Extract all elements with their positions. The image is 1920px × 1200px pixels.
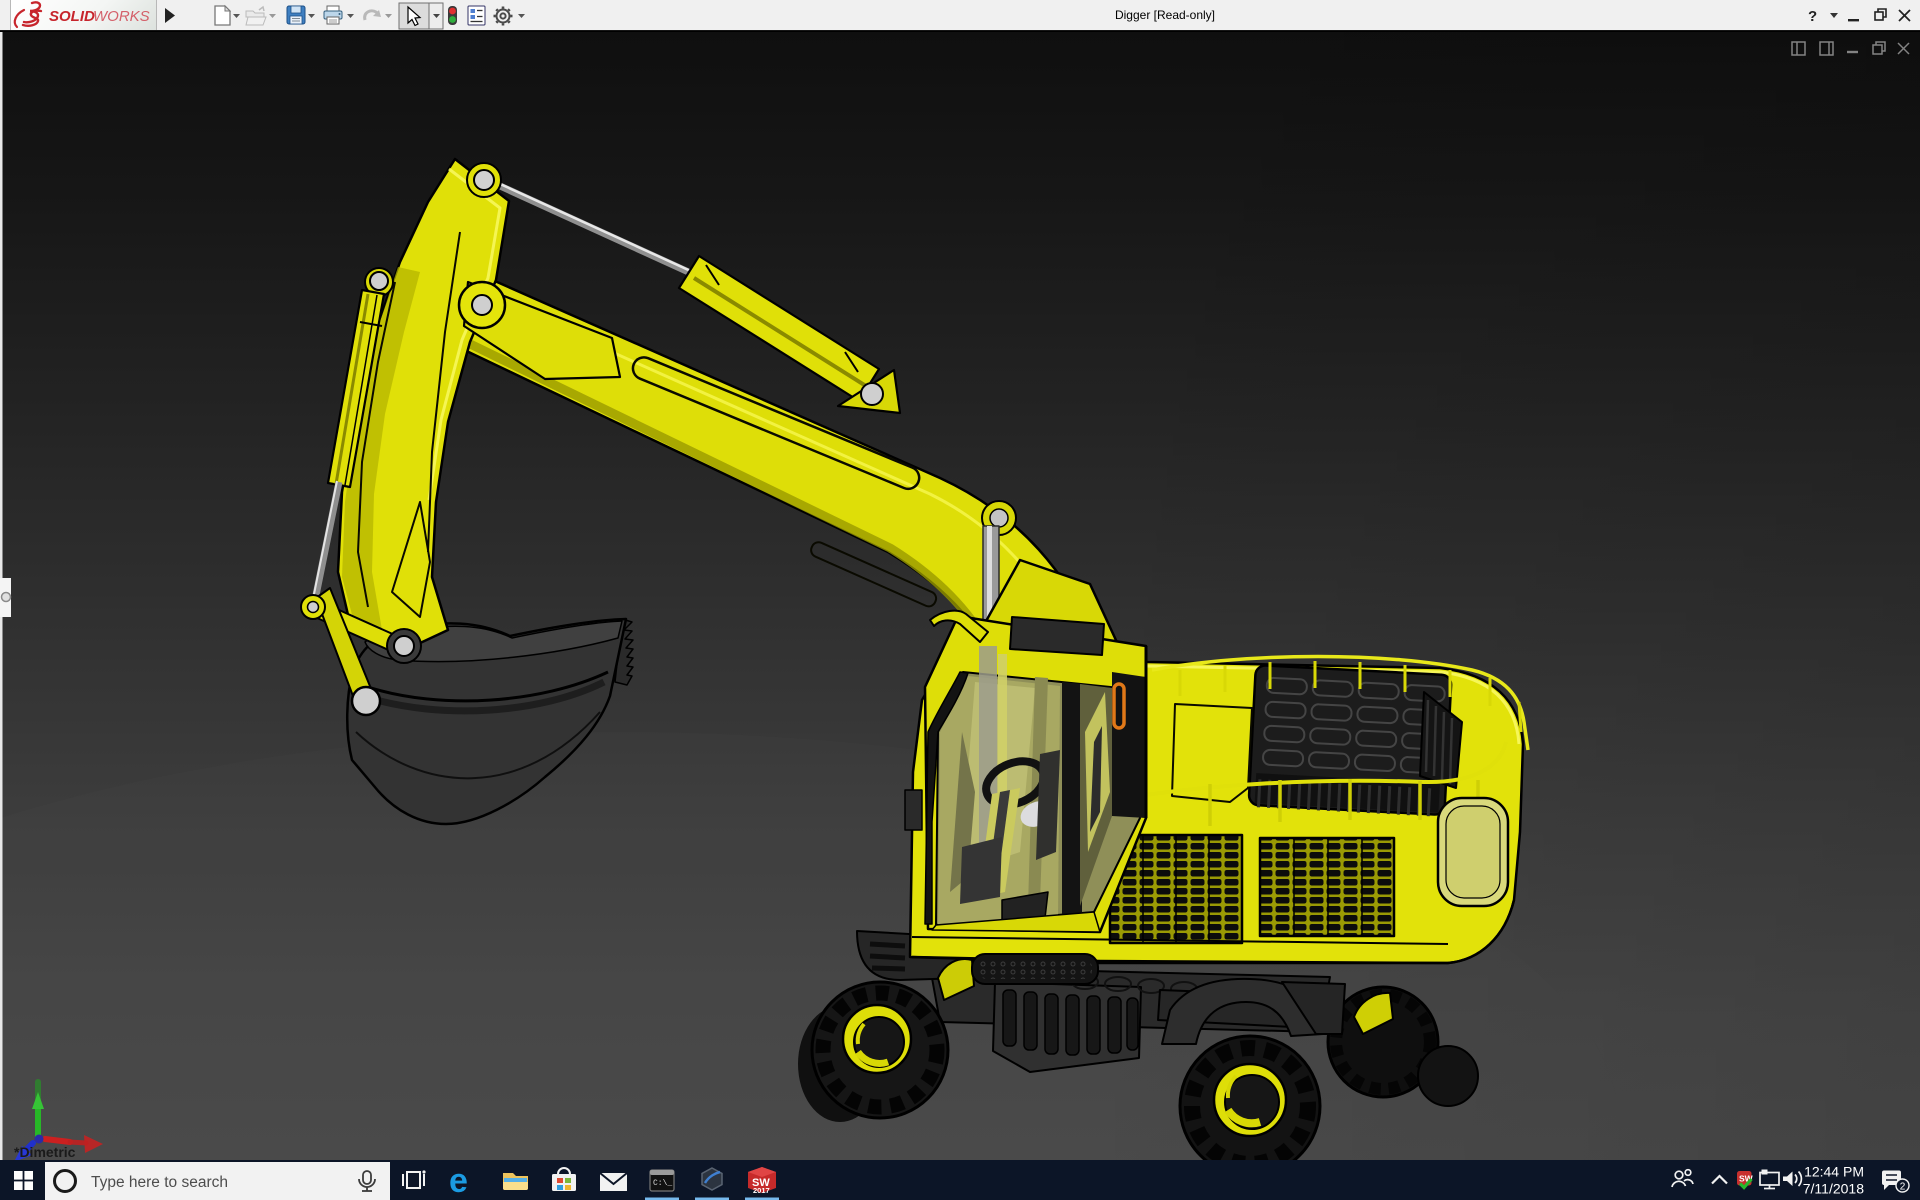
svg-text:12:44 PM: 12:44 PM: [1804, 1164, 1864, 1180]
svg-text:Type here to search: Type here to search: [91, 1174, 228, 1191]
svg-text:7/11/2018: 7/11/2018: [1803, 1181, 1864, 1197]
svg-text:e: e: [449, 1162, 468, 1200]
svg-text:2: 2: [1900, 1182, 1906, 1193]
svg-text:*Dimetric: *Dimetric: [14, 1144, 76, 1160]
svg-text:WORKS: WORKS: [93, 8, 150, 25]
svg-text:2017: 2017: [753, 1186, 770, 1195]
svg-text:SOLID: SOLID: [49, 8, 95, 25]
svg-text:C:\_: C:\_: [653, 1179, 672, 1188]
svg-text:?: ?: [1808, 8, 1817, 25]
svg-text:SW: SW: [1739, 1174, 1754, 1184]
